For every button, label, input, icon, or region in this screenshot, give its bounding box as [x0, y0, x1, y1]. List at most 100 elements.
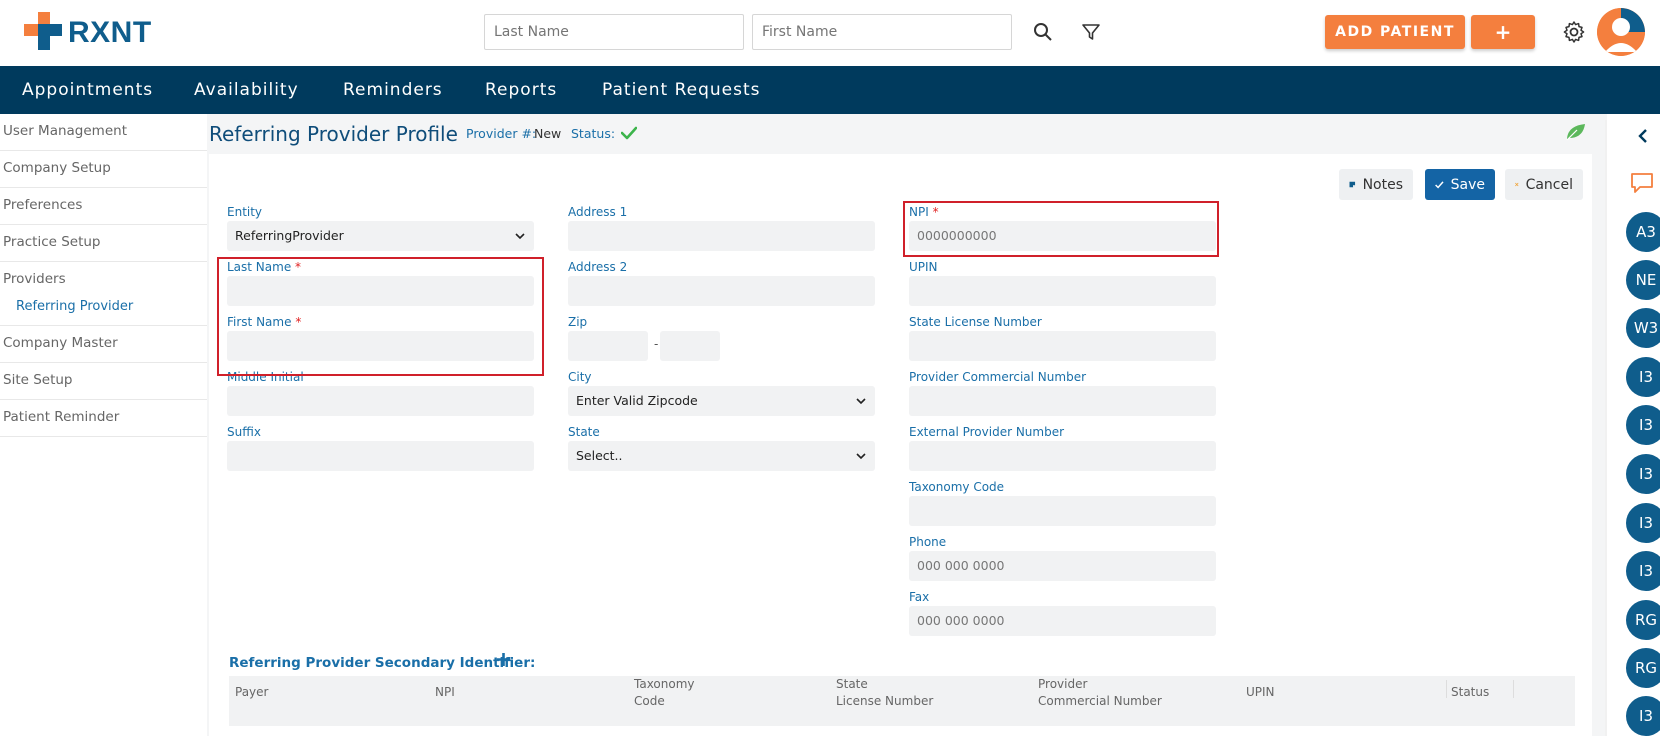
top-header: RXNT ADD PATIENT +: [0, 0, 1660, 66]
rxnt-logo[interactable]: RXNT: [24, 12, 164, 52]
sidebar-item-preferences[interactable]: Preferences: [3, 197, 82, 213]
city-value: Enter Valid Zipcode: [576, 393, 698, 408]
state-select[interactable]: Select..: [568, 441, 875, 471]
col-provider-line1: Provider: [1038, 677, 1088, 691]
provider-number-label: Provider #:: [466, 126, 537, 141]
city-label: City: [568, 370, 592, 384]
entity-value: ReferringProvider: [235, 228, 344, 243]
add-plus-button[interactable]: +: [1471, 15, 1535, 49]
sidebar-item-company-setup[interactable]: Company Setup: [3, 160, 111, 176]
sidebar-item-practice-setup[interactable]: Practice Setup: [3, 234, 101, 250]
state-value: Select..: [576, 448, 623, 463]
sidebar-divider: [0, 150, 207, 151]
notes-button[interactable]: Notes: [1339, 169, 1413, 200]
col-provider-line2: Commercial Number: [1038, 694, 1162, 708]
sidebar-item-site-setup[interactable]: Site Setup: [3, 372, 73, 388]
highlight-name-fields: [217, 257, 544, 376]
main-nav: Appointments Availability Reminders Repo…: [0, 66, 1660, 114]
gear-icon[interactable]: [1560, 18, 1588, 46]
nav-appointments[interactable]: Appointments: [22, 66, 153, 114]
col-taxonomy-line2: Code: [634, 694, 665, 708]
rail-badge[interactable]: A3: [1626, 212, 1660, 252]
col-payer: Payer: [235, 685, 269, 699]
rail-badge[interactable]: I3: [1626, 551, 1660, 591]
nav-patient-requests[interactable]: Patient Requests: [602, 66, 761, 114]
close-icon: [1515, 182, 1519, 187]
state-label: State: [568, 425, 600, 439]
status-check-icon: [620, 125, 638, 144]
notes-label: Notes: [1362, 176, 1403, 193]
zip-input[interactable]: [568, 331, 648, 361]
secondary-identifier-title: Referring Provider Secondary Identifier:: [229, 655, 536, 671]
upin-input[interactable]: [909, 276, 1216, 306]
add-patient-button[interactable]: ADD PATIENT: [1325, 15, 1465, 49]
save-button[interactable]: Save: [1425, 169, 1495, 200]
middle-initial-input[interactable]: [227, 386, 534, 416]
rail-badge[interactable]: I3: [1626, 357, 1660, 397]
add-secondary-identifier-icon[interactable]: [496, 652, 511, 671]
nav-availability[interactable]: Availability: [194, 66, 299, 114]
sidebar-item-user-management[interactable]: User Management: [3, 123, 127, 139]
provider-commercial-input[interactable]: [909, 386, 1216, 416]
search-last-name-input[interactable]: [484, 14, 744, 50]
rail-badge[interactable]: W3: [1626, 308, 1660, 348]
entity-label: Entity: [227, 205, 263, 219]
col-taxonomy-line1: Taxonomy: [634, 677, 695, 691]
col-upin: UPIN: [1246, 685, 1275, 699]
col-divider: [1446, 680, 1447, 698]
sidebar-item-referring-provider[interactable]: Referring Provider: [16, 299, 133, 314]
address1-input[interactable]: [568, 221, 875, 251]
nav-reports[interactable]: Reports: [485, 66, 557, 114]
taxonomy-input[interactable]: [909, 496, 1216, 526]
save-check-icon: [1435, 180, 1444, 189]
external-provider-input[interactable]: [909, 441, 1216, 471]
sidebar-item-company-master[interactable]: Company Master: [3, 335, 118, 351]
col-state-license: State License Number: [836, 676, 933, 710]
rail-badge[interactable]: RG: [1626, 648, 1660, 688]
state-license-label: State License Number: [909, 315, 1042, 329]
address2-input[interactable]: [568, 276, 875, 306]
sidebar-divider: [0, 325, 207, 326]
rail-badge[interactable]: I3: [1626, 454, 1660, 494]
logo-cross-icon: [24, 12, 62, 50]
upin-label: UPIN: [909, 260, 938, 274]
col-state-line1: State: [836, 677, 868, 691]
sidebar-item-providers[interactable]: Providers: [3, 271, 66, 287]
rail-badge[interactable]: NE: [1626, 260, 1660, 300]
search-first-name-input[interactable]: [752, 14, 1012, 50]
phone-input[interactable]: 000 000 0000: [909, 551, 1216, 581]
search-icon[interactable]: [1029, 18, 1057, 46]
zip-ext-input[interactable]: [660, 331, 720, 361]
state-license-input[interactable]: [909, 331, 1216, 361]
fax-input[interactable]: 000 000 0000: [909, 606, 1216, 636]
chevron-down-icon: [515, 233, 525, 240]
entity-select[interactable]: ReferringProvider: [227, 221, 534, 251]
secondary-table-header: Payer NPI Taxonomy Code State License Numb…: [229, 676, 1575, 726]
col-status: Status: [1451, 685, 1490, 699]
sidebar-item-patient-reminder[interactable]: Patient Reminder: [3, 409, 119, 425]
collapse-chevron-icon[interactable]: [1637, 128, 1649, 148]
rail-badge[interactable]: I3: [1626, 405, 1660, 445]
page-title: Referring Provider Profile: [209, 122, 458, 146]
rail-badge[interactable]: I3: [1626, 503, 1660, 543]
status-label: Status:: [571, 126, 616, 141]
taxonomy-label: Taxonomy Code: [909, 480, 1005, 494]
city-select[interactable]: Enter Valid Zipcode: [568, 386, 875, 416]
chat-icon[interactable]: [1630, 172, 1654, 198]
provider-form-card: Notes Save Cancel Entity ReferringProvid…: [209, 154, 1592, 736]
fax-placeholder: 000 000 0000: [917, 613, 1005, 628]
suffix-input[interactable]: [227, 441, 534, 471]
external-provider-label: External Provider Number: [909, 425, 1065, 439]
provider-number-value: New: [534, 126, 562, 141]
rail-badge[interactable]: RG: [1626, 600, 1660, 640]
user-avatar[interactable]: [1597, 8, 1645, 56]
rail-badge[interactable]: I3: [1626, 696, 1660, 736]
cancel-button[interactable]: Cancel: [1505, 169, 1583, 200]
nav-reminders[interactable]: Reminders: [343, 66, 443, 114]
col-state-line2: License Number: [836, 694, 934, 708]
filter-icon[interactable]: [1077, 18, 1105, 46]
leaf-icon[interactable]: [1565, 122, 1587, 146]
sidebar-divider: [0, 224, 207, 225]
phone-label: Phone: [909, 535, 947, 549]
col-divider: [1513, 680, 1514, 698]
